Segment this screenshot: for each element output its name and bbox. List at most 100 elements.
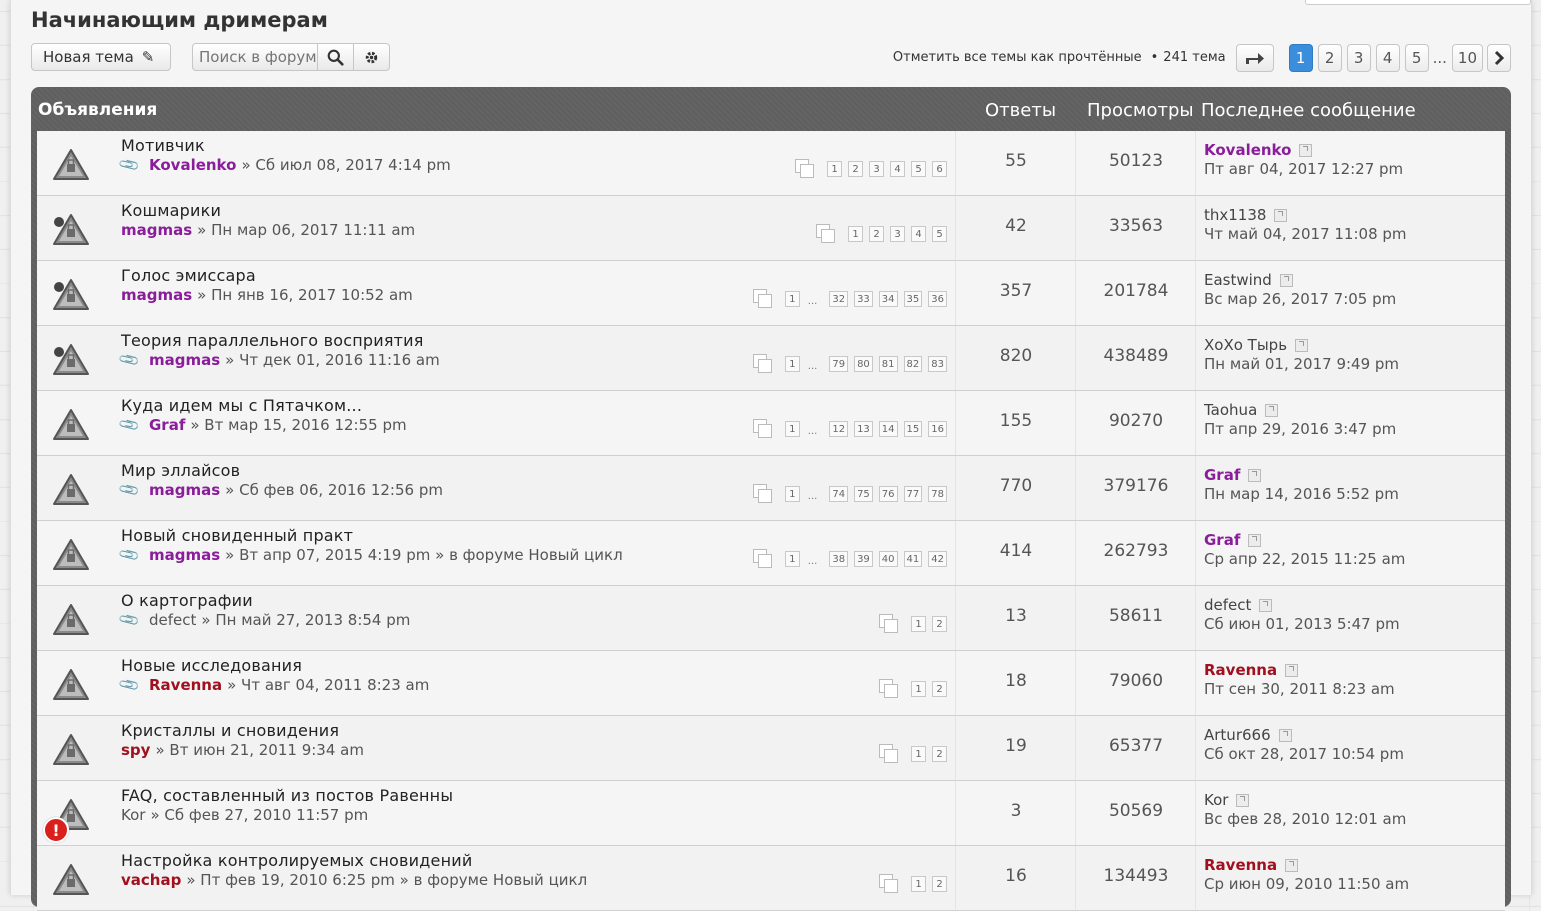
topic-page-link[interactable]: 1 bbox=[784, 551, 800, 567]
header-search-stub[interactable] bbox=[1305, 0, 1531, 5]
goto-last-post-icon[interactable] bbox=[1295, 338, 1309, 352]
goto-last-post-icon[interactable] bbox=[1248, 468, 1262, 482]
advanced-search-button[interactable] bbox=[353, 44, 389, 70]
topic-page-link[interactable]: 1 bbox=[784, 421, 800, 437]
topic-page-link[interactable]: 1 bbox=[911, 746, 926, 762]
topic-page-link[interactable]: 36 bbox=[928, 291, 947, 307]
topic-author-link[interactable]: magmas bbox=[121, 221, 192, 239]
topic-author-link[interactable]: vachap bbox=[121, 871, 181, 889]
topic-page-link[interactable]: 40 bbox=[878, 551, 898, 567]
topic-page-link[interactable]: 2 bbox=[932, 746, 947, 762]
next-page-button[interactable] bbox=[1487, 43, 1511, 72]
last-post-author-link[interactable]: thx1138 bbox=[1204, 206, 1266, 224]
last-post-author-link[interactable]: Graf bbox=[1204, 466, 1240, 484]
topic-author-link[interactable]: magmas bbox=[149, 481, 220, 499]
topic-title-link[interactable]: Новые исследования bbox=[121, 656, 302, 675]
topic-page-link[interactable]: 2 bbox=[932, 616, 947, 632]
topic-page-link[interactable]: 80 bbox=[854, 356, 873, 372]
topic-title-link[interactable]: Кошмарики bbox=[121, 201, 221, 220]
new-topic-button[interactable]: Новая тема ✎ bbox=[31, 43, 171, 71]
topic-page-link[interactable]: 1 bbox=[784, 486, 800, 502]
topic-author-link[interactable]: magmas bbox=[149, 351, 220, 369]
goto-last-post-icon[interactable] bbox=[1285, 663, 1299, 677]
topic-title-link[interactable]: Настройка контролируемых сновидений bbox=[121, 851, 472, 870]
topic-author-link[interactable]: Graf bbox=[149, 416, 185, 434]
topic-page-link[interactable]: 1 bbox=[784, 291, 800, 307]
topic-title-link[interactable]: Кристаллы и сновидения bbox=[121, 721, 339, 740]
goto-last-post-icon[interactable] bbox=[1236, 793, 1250, 807]
topic-title-link[interactable]: Куда идем мы с Пятачком... bbox=[121, 396, 362, 415]
topic-page-link[interactable]: 32 bbox=[829, 291, 849, 307]
last-post-author-link[interactable]: Kor bbox=[1204, 791, 1228, 809]
goto-last-post-icon[interactable] bbox=[1278, 728, 1292, 742]
topic-title-link[interactable]: Мир эллайсов bbox=[121, 461, 240, 480]
topic-page-link[interactable]: 1 bbox=[911, 681, 926, 697]
topic-page-link[interactable]: 74 bbox=[829, 486, 849, 502]
goto-last-post-icon[interactable] bbox=[1299, 143, 1313, 157]
last-post-author-link[interactable]: Taohua bbox=[1204, 401, 1257, 419]
topic-page-link[interactable]: 39 bbox=[854, 551, 873, 567]
topic-page-link[interactable]: 76 bbox=[878, 486, 898, 502]
goto-last-post-icon[interactable] bbox=[1259, 598, 1273, 612]
jump-to-page-button[interactable] bbox=[1235, 43, 1274, 72]
page-10-button[interactable]: 10 bbox=[1451, 43, 1483, 72]
topic-page-link[interactable]: 3 bbox=[890, 226, 905, 242]
topic-page-link[interactable]: 77 bbox=[903, 486, 923, 502]
topic-page-link[interactable]: 6 bbox=[932, 161, 947, 177]
topic-title-link[interactable]: О картографии bbox=[121, 591, 253, 610]
search-input[interactable] bbox=[193, 45, 317, 69]
topic-page-link[interactable]: 16 bbox=[928, 421, 947, 437]
topic-page-link[interactable]: 1 bbox=[827, 161, 842, 177]
forum-title[interactable]: Начинающим дримерам bbox=[31, 8, 328, 32]
goto-last-post-icon[interactable] bbox=[1285, 858, 1299, 872]
topic-author-link[interactable]: Kovalenko bbox=[149, 156, 236, 174]
last-post-author-link[interactable]: XoXo Тырь bbox=[1204, 336, 1287, 354]
goto-last-post-icon[interactable] bbox=[1248, 533, 1262, 547]
topic-title-link[interactable]: Голос эмиссара bbox=[121, 266, 256, 285]
topic-title-link[interactable]: Теория параллельного восприятия bbox=[121, 331, 424, 350]
topic-page-link[interactable]: 14 bbox=[878, 421, 898, 437]
topic-page-link[interactable]: 78 bbox=[928, 486, 947, 502]
topic-author-link[interactable]: spy bbox=[121, 741, 150, 759]
topic-page-link[interactable]: 4 bbox=[911, 226, 926, 242]
topic-page-link[interactable]: 2 bbox=[848, 161, 863, 177]
goto-last-post-icon[interactable] bbox=[1279, 273, 1293, 287]
goto-last-post-icon[interactable] bbox=[1265, 403, 1279, 417]
last-post-author-link[interactable]: Ravenna bbox=[1204, 661, 1277, 679]
last-post-author-link[interactable]: Eastwind bbox=[1204, 271, 1272, 289]
topic-page-link[interactable]: 2 bbox=[932, 876, 947, 892]
topic-author-link[interactable]: magmas bbox=[149, 546, 220, 564]
topic-page-link[interactable]: 83 bbox=[928, 356, 947, 372]
topic-page-link[interactable]: 3 bbox=[869, 161, 884, 177]
topic-page-link[interactable]: 1 bbox=[911, 616, 926, 632]
topic-author-link[interactable]: Ravenna bbox=[149, 676, 222, 694]
topic-page-link[interactable]: 38 bbox=[829, 551, 849, 567]
topic-page-link[interactable]: 5 bbox=[911, 161, 926, 177]
topic-page-link[interactable]: 79 bbox=[829, 356, 849, 372]
topic-page-link[interactable]: 75 bbox=[854, 486, 873, 502]
topic-page-link[interactable]: 13 bbox=[854, 421, 873, 437]
page-3-button[interactable]: 3 bbox=[1346, 43, 1371, 72]
topic-page-link[interactable]: 5 bbox=[932, 226, 947, 242]
topic-page-link[interactable]: 1 bbox=[848, 226, 863, 242]
topic-page-link[interactable]: 4 bbox=[890, 161, 905, 177]
mark-read-link[interactable]: Отметить все темы как прочтённые bbox=[893, 50, 1142, 65]
page-5-button[interactable]: 5 bbox=[1404, 43, 1429, 72]
topic-page-link[interactable]: 33 bbox=[854, 291, 873, 307]
topic-page-link[interactable]: 42 bbox=[928, 551, 947, 567]
topic-page-link[interactable]: 34 bbox=[878, 291, 898, 307]
topic-page-link[interactable]: 2 bbox=[869, 226, 884, 242]
topic-page-link[interactable]: 1 bbox=[784, 356, 800, 372]
search-button[interactable] bbox=[317, 44, 353, 70]
topic-author-link[interactable]: defect bbox=[149, 611, 196, 629]
goto-last-post-icon[interactable] bbox=[1274, 208, 1288, 222]
last-post-author-link[interactable]: Ravenna bbox=[1204, 856, 1277, 874]
topic-page-link[interactable]: 41 bbox=[903, 551, 923, 567]
topic-page-link[interactable]: 15 bbox=[903, 421, 923, 437]
topic-page-link[interactable]: 82 bbox=[903, 356, 923, 372]
topic-page-link[interactable]: 1 bbox=[911, 876, 926, 892]
topic-title-link[interactable]: Новый сновиденный практ bbox=[121, 526, 353, 545]
topic-title-link[interactable]: FAQ, составленный из постов Равенны bbox=[121, 786, 453, 805]
page-1-button[interactable]: 1 bbox=[1288, 43, 1313, 72]
topic-page-link[interactable]: 2 bbox=[932, 681, 947, 697]
